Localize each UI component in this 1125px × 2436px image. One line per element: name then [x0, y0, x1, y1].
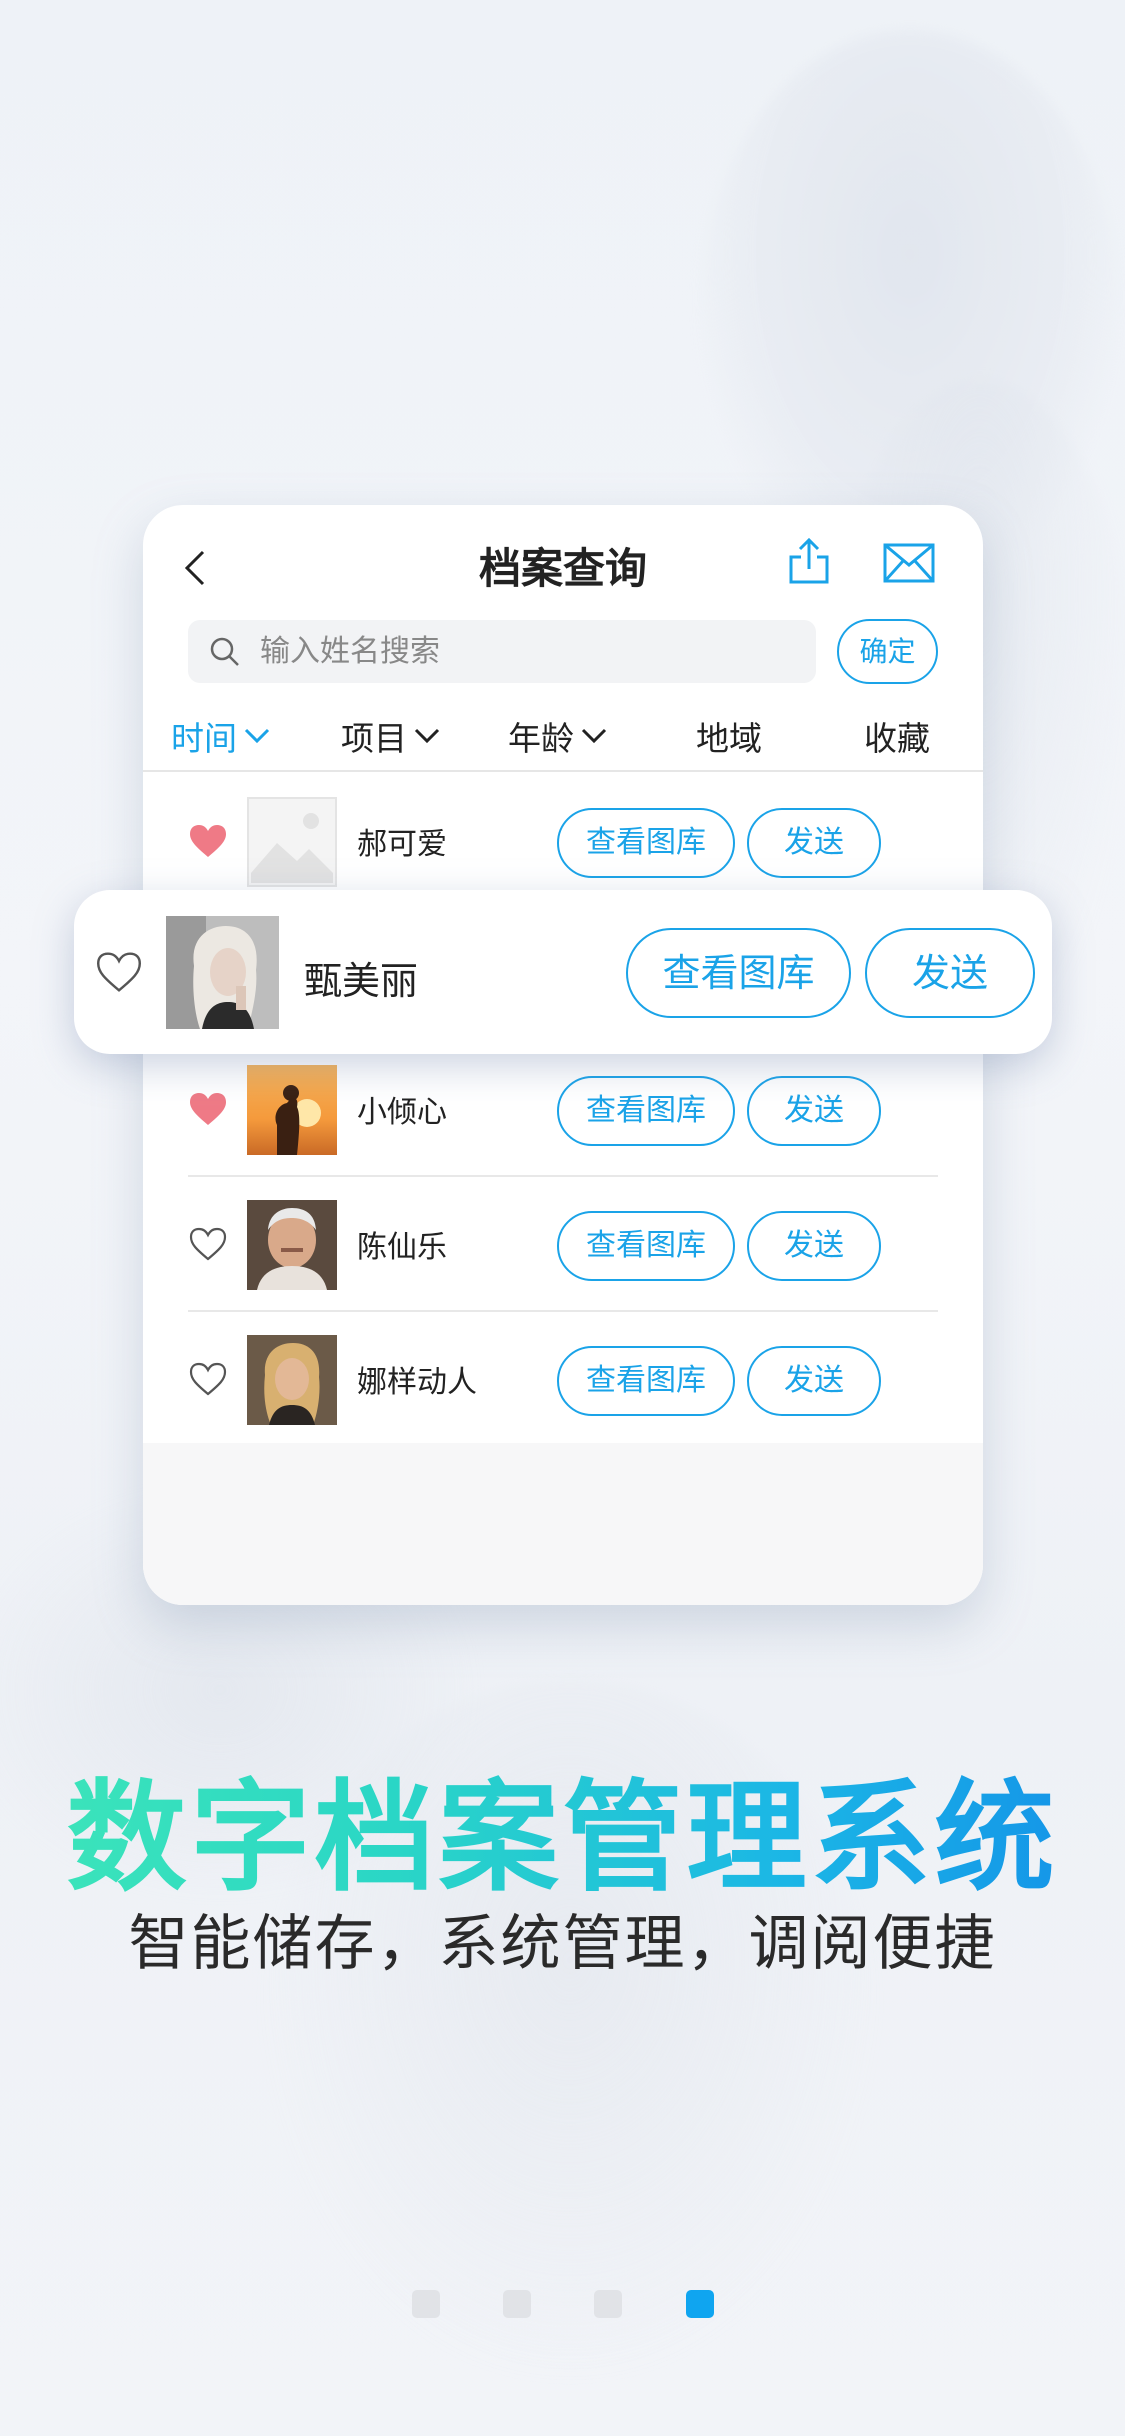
- page-dot[interactable]: [503, 2290, 531, 2318]
- heart-filled-icon[interactable]: [188, 1091, 228, 1127]
- heart-outline-icon[interactable]: [188, 1226, 228, 1262]
- contact-name: 娜样动人: [357, 1365, 477, 1400]
- filter-label: 时间: [171, 719, 237, 758]
- filter-project[interactable]: 项目: [341, 712, 441, 760]
- share-icon[interactable]: [783, 535, 835, 587]
- filter-favorites[interactable]: 收藏: [864, 712, 930, 760]
- list-item: 娜样动人 查看图库 发送: [188, 1313, 938, 1447]
- mail-icon[interactable]: [883, 543, 935, 583]
- list-item: 小倾心 查看图库 发送: [188, 1043, 938, 1177]
- avatar: [247, 1065, 337, 1155]
- send-button[interactable]: 发送: [865, 928, 1035, 1018]
- confirm-button[interactable]: 确定: [837, 619, 938, 684]
- page-dot[interactable]: [594, 2290, 622, 2318]
- chevron-down-icon: [581, 728, 607, 744]
- view-gallery-button[interactable]: 查看图库: [557, 1346, 735, 1416]
- heart-outline-icon[interactable]: [94, 950, 144, 994]
- page-title: 档案查询: [478, 544, 647, 593]
- search-input[interactable]: [260, 620, 800, 683]
- image-placeholder-icon: [247, 797, 337, 887]
- contact-name: 郝可爱: [357, 827, 447, 862]
- highlighted-list-item: 甄美丽 查看图库 发送: [74, 890, 1052, 1054]
- headline: 数字档案管理系统: [0, 1740, 1125, 1914]
- subheadline: 智能储存，系统管理，调阅便捷: [128, 1909, 997, 1979]
- nav-bar: 档案查询: [143, 505, 983, 615]
- view-gallery-button[interactable]: 查看图库: [557, 1076, 735, 1146]
- view-gallery-button[interactable]: 查看图库: [626, 928, 851, 1018]
- list-item: 郝可爱 查看图库 发送: [188, 775, 938, 909]
- filter-bar: 时间 项目 年龄 地域 收藏: [143, 700, 983, 772]
- page-dot[interactable]: [412, 2290, 440, 2318]
- heart-filled-icon[interactable]: [188, 823, 228, 859]
- view-gallery-button[interactable]: 查看图库: [557, 1211, 735, 1281]
- page-dot-active[interactable]: [686, 2290, 714, 2318]
- filter-age[interactable]: 年龄: [508, 712, 608, 760]
- filter-label: 项目: [341, 719, 407, 758]
- send-button[interactable]: 发送: [747, 1211, 881, 1281]
- send-button[interactable]: 发送: [747, 1076, 881, 1146]
- empty-area: [143, 1443, 983, 1605]
- avatar: [247, 1335, 337, 1425]
- view-gallery-button[interactable]: 查看图库: [557, 808, 735, 878]
- send-button[interactable]: 发送: [747, 808, 881, 878]
- chevron-down-icon: [244, 728, 270, 744]
- filter-label: 年龄: [508, 719, 574, 758]
- filter-label: 地域: [696, 719, 762, 758]
- filter-label: 收藏: [864, 719, 930, 758]
- phone-card: 档案查询 确定 时间 项目 年龄: [143, 505, 983, 1605]
- contact-name: 陈仙乐: [357, 1230, 447, 1265]
- search-icon: [210, 637, 239, 666]
- send-button[interactable]: 发送: [747, 1346, 881, 1416]
- contact-name: 甄美丽: [304, 959, 419, 1003]
- heart-outline-icon[interactable]: [188, 1361, 228, 1397]
- list-item: 陈仙乐 查看图库 发送: [188, 1178, 938, 1312]
- filter-region[interactable]: 地域: [696, 712, 762, 760]
- pagination: [0, 2290, 1125, 2320]
- avatar: [166, 916, 279, 1029]
- avatar: [247, 1200, 337, 1290]
- contact-name: 小倾心: [357, 1095, 447, 1130]
- filter-time[interactable]: 时间: [171, 712, 271, 760]
- search-bar: [188, 620, 816, 683]
- chevron-down-icon: [414, 728, 440, 744]
